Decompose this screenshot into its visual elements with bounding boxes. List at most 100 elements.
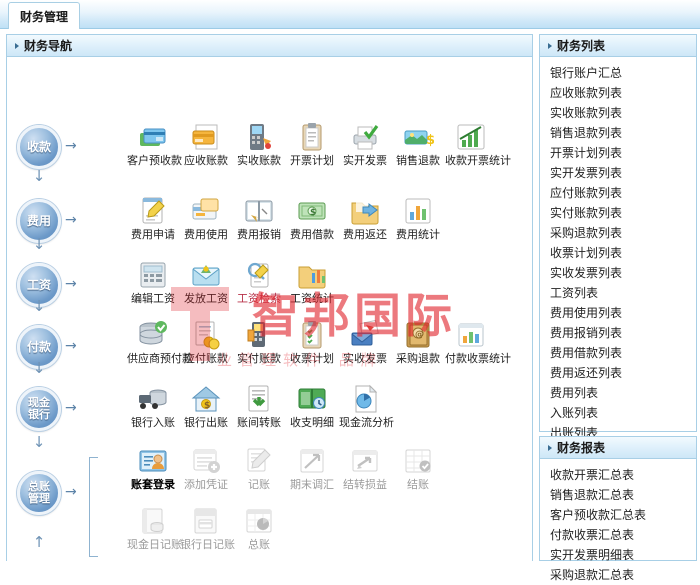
table-check-icon (392, 445, 444, 477)
tab-finance-management[interactable]: 财务管理 (8, 2, 80, 29)
nav-tile[interactable]: 账间转账 (233, 383, 285, 429)
nav-tile[interactable]: 银行入账 (127, 383, 179, 429)
nav-tile[interactable]: @ 采购退款 (392, 319, 444, 365)
nav-tile-label: 收款开票统计 (445, 154, 511, 167)
finance-list-item[interactable]: 销售退款列表 (540, 123, 696, 143)
nav-tile-label: 现金流分析 (339, 416, 394, 429)
flow-stage-shoukuan[interactable]: 收款 (17, 125, 61, 169)
nav-tile-label: 费用申请 (131, 228, 175, 241)
nav-tile: 期末调汇 (286, 445, 338, 491)
finance-list-item[interactable]: 银行账户汇总 (540, 63, 696, 83)
finance-report-header[interactable]: 财务报表 (540, 437, 696, 459)
nav-tile[interactable]: 收款开票统计 (445, 121, 511, 167)
finance-list-item[interactable]: 实收账款列表 (540, 103, 696, 123)
finance-navigation-header[interactable]: 财务导航 (7, 35, 532, 57)
nav-tile[interactable]: 应付账款 (180, 319, 232, 365)
finance-list-item[interactable]: 实开发票列表 (540, 163, 696, 183)
finance-list-item[interactable]: 费用返还列表 (540, 363, 696, 383)
nav-tile[interactable]: 费用返还 (339, 195, 391, 241)
nav-tile[interactable]: 费用申请 (127, 195, 179, 241)
nav-tile[interactable]: 编辑工资 (127, 259, 179, 305)
nav-tile[interactable]: 应收账款 (180, 121, 232, 167)
nav-tile-label: 工资检索 (237, 292, 281, 305)
svg-text:$: $ (204, 401, 210, 411)
finance-report-item[interactable]: 实开发票明细表 (540, 545, 696, 565)
nav-tile[interactable]: 工资统计 (286, 259, 338, 305)
nav-tile-label: 结转损益 (343, 478, 387, 491)
nav-tile[interactable]: 实收发票 (339, 319, 391, 365)
finance-report-item[interactable]: 销售退款汇总表 (540, 485, 696, 505)
nav-tile[interactable]: $ 费用借款 (286, 195, 338, 241)
nav-tile[interactable]: 工资检索 (233, 259, 285, 305)
finance-report-item[interactable]: 付款收票汇总表 (540, 525, 696, 545)
finance-list-item[interactable]: 收票计划列表 (540, 243, 696, 263)
nav-tile-label: 应付账款 (184, 352, 228, 365)
nav-tile-label: 实付账款 (237, 352, 281, 365)
nav-tile-label: 银行入账 (131, 416, 175, 429)
finance-list-item[interactable]: 应收账款列表 (540, 83, 696, 103)
nav-tile[interactable]: 开票计划 (286, 121, 338, 167)
finance-list-item[interactable]: 实付账款列表 (540, 203, 696, 223)
finance-list-item[interactable]: 应付账款列表 (540, 183, 696, 203)
finance-report-item[interactable]: 客户预收款汇总表 (540, 505, 696, 525)
finance-report-item[interactable]: 采购退款汇总表 (540, 565, 696, 585)
finance-list-item[interactable]: 开票计划列表 (540, 143, 696, 163)
flow-stage-label: 收款 (26, 140, 51, 154)
credit-card-icon (180, 121, 232, 153)
grid-arrow-icon (286, 445, 338, 477)
flow-arrow-right-icon: → (65, 138, 77, 154)
nav-tile[interactable]: 现金流分析 (339, 383, 394, 429)
finance-list-item[interactable]: 采购退款列表 (540, 223, 696, 243)
nav-tile[interactable]: 费用使用 (180, 195, 232, 241)
nav-tile[interactable]: 费用报销 (233, 195, 285, 241)
invoice-coin-icon (180, 319, 232, 351)
finance-report-panel: 财务报表 收款开票汇总表 销售退款汇总表 客户预收款汇总表 付款收票汇总表 实开发票明细… (539, 436, 697, 582)
flow-stage-xianjin[interactable]: 现金 银行 (17, 387, 61, 431)
finance-list-item[interactable]: 费用借款列表 (540, 343, 696, 363)
book-clock-icon (286, 383, 338, 415)
finance-list-item[interactable]: 工资列表 (540, 283, 696, 303)
finance-list-item[interactable]: 费用使用列表 (540, 303, 696, 323)
nav-tile[interactable]: 发放工资 (180, 259, 232, 305)
finance-list-item[interactable]: 费用列表 (540, 383, 696, 403)
nav-tile[interactable]: 收票计划 (286, 319, 338, 365)
nav-tile-label: 实开发票 (343, 154, 387, 167)
finance-report-item[interactable]: 收款开票汇总表 (540, 465, 696, 485)
nav-tile[interactable]: 账套登录 (127, 445, 179, 491)
window-arrow-icon (339, 445, 391, 477)
nav-tile[interactable]: 收支明细 (286, 383, 338, 429)
nav-tile[interactable]: $ 银行出账 (180, 383, 232, 429)
collapse-triangle-icon[interactable] (15, 42, 19, 49)
finance-list-header[interactable]: 财务列表 (540, 35, 696, 57)
nav-tile-label: 收支明细 (290, 416, 334, 429)
flow-stage-label: 工资 (26, 278, 51, 292)
nav-tile: 银行日记账 (180, 505, 235, 551)
pie-chart-doc-icon (339, 383, 391, 415)
printer-check-icon (339, 121, 391, 153)
doc-pencil-icon (233, 445, 285, 477)
search-pencil-icon (233, 259, 285, 291)
nav-tile[interactable]: 实付账款 (233, 319, 285, 365)
collapse-triangle-icon[interactable] (548, 42, 552, 49)
finance-list-title: 财务列表 (557, 39, 606, 53)
nav-tile-label: 费用借款 (290, 228, 334, 241)
flow-stage-zongzhang[interactable]: 总账 管理 (17, 471, 61, 515)
open-book-icon (233, 195, 285, 227)
nav-tile[interactable]: 实开发票 (339, 121, 391, 167)
nav-tile[interactable]: 供应商预付款 (127, 319, 193, 365)
nav-tile-label: 银行日记账 (180, 538, 235, 551)
finance-list-item[interactable]: 费用报销列表 (540, 323, 696, 343)
flow-arrow-down-icon: ↓ (32, 359, 46, 377)
nav-tile[interactable]: $ 销售退款 (392, 121, 444, 167)
clipboard-check-icon (286, 319, 338, 351)
nav-tile[interactable]: 付款收票统计 (445, 319, 511, 365)
folder-chart-icon (286, 259, 338, 291)
database-check-icon (127, 319, 179, 351)
nav-tile[interactable]: 实收账款 (233, 121, 285, 167)
nav-tile[interactable]: 客户预收款 (127, 121, 182, 167)
nav-tile[interactable]: 费用统计 (392, 195, 444, 241)
finance-list-item[interactable]: 实收发票列表 (540, 263, 696, 283)
collapse-triangle-icon[interactable] (548, 444, 552, 451)
finance-list-item[interactable]: 入账列表 (540, 403, 696, 423)
bar-chart-icon (392, 195, 444, 227)
